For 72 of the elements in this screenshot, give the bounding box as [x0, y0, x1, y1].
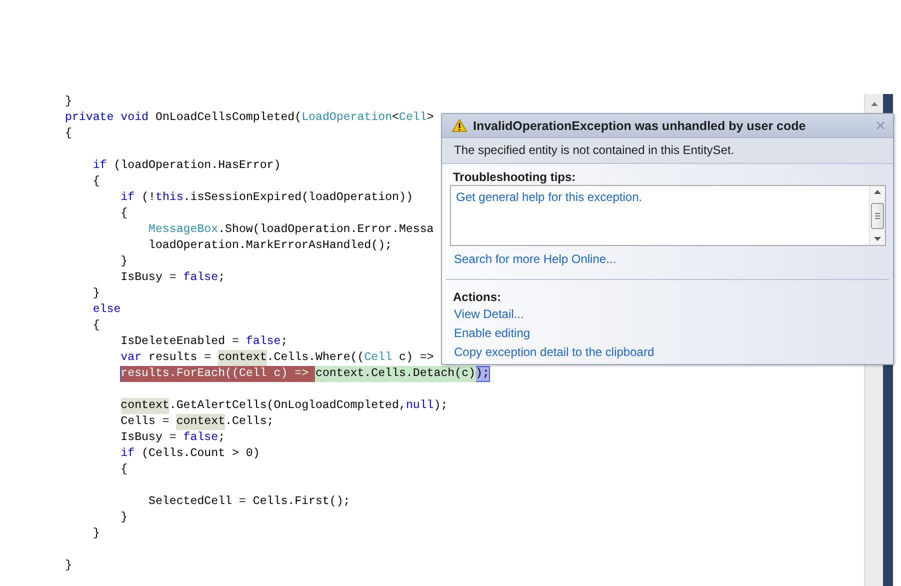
code-token: <	[392, 110, 400, 126]
code-token: if	[120, 446, 135, 462]
code-token: {	[92, 174, 100, 190]
code-token: ;	[218, 430, 226, 446]
scroll-up-icon[interactable]	[870, 102, 878, 106]
code-token: .GetAlertCells(OnLogloadCompleted,	[169, 398, 406, 414]
code-token: (!	[142, 190, 156, 206]
code-token: }	[92, 526, 100, 542]
scroll-down-icon[interactable]	[874, 237, 881, 242]
code-token: .isSessionExpired(loadOperation))	[183, 190, 413, 206]
code-token: >	[426, 110, 434, 126]
code-token: ;	[280, 334, 288, 350]
code-token: .Cells.Where((	[266, 350, 364, 366]
code-token: this	[155, 190, 184, 206]
code-token: false	[246, 334, 281, 350]
code-token: .Cells;	[225, 414, 274, 430]
help-link[interactable]: Get general help for this exception.	[456, 188, 642, 208]
code-token: (Cells.Count > 0)	[142, 446, 260, 462]
code-token: null	[406, 398, 434, 414]
code-token: else	[92, 302, 121, 318]
code-token: loadOperation.MarkErrorAsHandled();	[148, 238, 392, 254]
code-token: if	[120, 190, 135, 206]
exception-title: InvalidOperationException was unhandled by user code	[473, 118, 807, 133]
code-token: false	[183, 270, 218, 286]
code-token: MessageBox	[148, 222, 218, 238]
code-token: context.Cells.Detach(c)	[315, 366, 476, 382]
code-token: }	[120, 254, 128, 270]
code-token: );	[434, 398, 448, 414]
code-token: var	[120, 350, 142, 366]
code-token: results.ForEach((Cell c) =>	[120, 366, 316, 382]
warning-icon	[452, 119, 467, 132]
action-link[interactable]: Enable editing	[454, 324, 530, 343]
code-token: context	[176, 414, 226, 430]
code-token: IsBusy =	[120, 270, 178, 286]
scroll-up-icon[interactable]	[874, 190, 881, 194]
action-link[interactable]: View Detail...	[454, 305, 524, 324]
code-token: Cell	[399, 110, 427, 126]
search-online-link[interactable]: Search for more Help Online...	[454, 250, 616, 270]
code-token: {	[120, 462, 128, 478]
code-token: private	[65, 110, 114, 126]
code-token: }	[92, 286, 100, 302]
code-token: false	[183, 430, 218, 446]
scroll-thumb[interactable]	[871, 202, 884, 229]
code-token: {	[65, 126, 72, 142]
code-token: IsBusy =	[120, 430, 178, 446]
code-token: ;	[218, 270, 226, 286]
code-token: );	[476, 366, 490, 382]
code-token: c) =>	[399, 350, 434, 366]
grip-icon	[875, 212, 880, 219]
code-token: Cells =	[120, 414, 170, 430]
code-token: SelectedCell = Cells.First();	[148, 494, 350, 510]
code-token: void	[120, 110, 149, 126]
code-token: }	[120, 510, 128, 526]
exception-message: The specified entity is not contained in this EntitySet.	[442, 138, 893, 164]
code-token: results =	[148, 350, 212, 366]
code-token: LoadOperation	[302, 110, 392, 126]
code-token: }	[65, 558, 72, 574]
code-token: .Show(loadOperation.Error.Messa	[218, 222, 434, 238]
code-token: {	[92, 318, 100, 334]
code-token: if	[92, 158, 107, 174]
code-token: IsDeleteEnabled =	[120, 334, 240, 350]
code-token: (loadOperation.HasError)	[114, 158, 281, 174]
action-link[interactable]: Copy exception detail to the clipboard	[454, 343, 654, 362]
tips-heading: Troubleshooting tips:	[452, 169, 577, 186]
actions-heading: Actions:	[452, 289, 502, 305]
code-token: context	[120, 398, 170, 414]
code-token: }	[65, 94, 72, 110]
code-token: OnLoadCellsCompleted(	[155, 110, 302, 126]
tips-scrollbar[interactable]	[869, 186, 885, 246]
code-token: context	[218, 350, 267, 366]
code-token: {	[120, 206, 128, 222]
code-token: Cell	[364, 350, 392, 366]
